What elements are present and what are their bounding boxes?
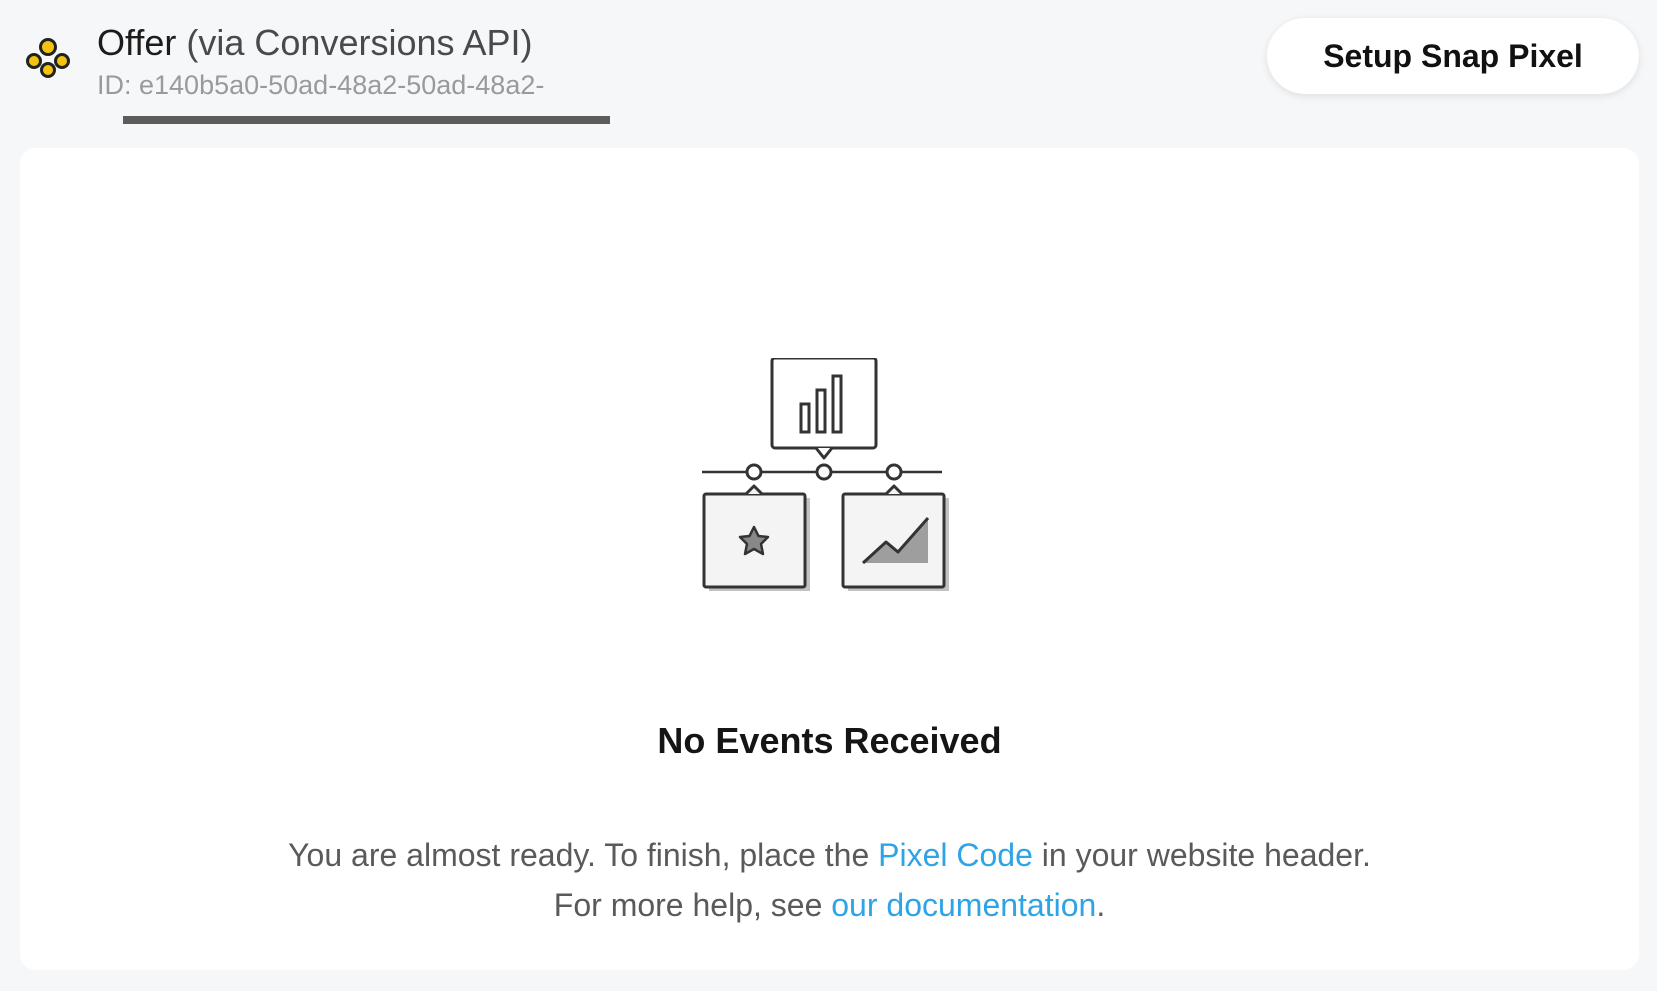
message-line-1: You are almost ready. To finish, place t… xyxy=(20,830,1639,880)
page-title: Offer (via Conversions API) xyxy=(97,20,602,66)
page-header: Offer (via Conversions API) ID: e140b5a0… xyxy=(0,0,1657,140)
pixel-code-link[interactable]: Pixel Code xyxy=(878,837,1033,873)
documentation-link[interactable]: our documentation xyxy=(831,887,1096,923)
message-text: You are almost ready. To finish, place t… xyxy=(288,837,879,873)
events-card: No Events Received You are almost ready.… xyxy=(20,148,1639,970)
title-suffix: (via Conversions API) xyxy=(186,22,533,63)
pixel-id: ID: e140b5a0-50ad-48a2-50ad-48a2- xyxy=(97,70,545,100)
empty-state-message: You are almost ready. To finish, place t… xyxy=(20,830,1639,930)
empty-state-title: No Events Received xyxy=(657,720,1002,761)
id-underline xyxy=(123,116,610,124)
pixel-details-page: Offer (via Conversions API) ID: e140b5a0… xyxy=(0,0,1657,991)
message-line-2: For more help, see our documentation. xyxy=(20,880,1639,930)
events-hierarchy-icon xyxy=(702,358,949,591)
message-text: . xyxy=(1096,887,1106,923)
message-text: in your website header. xyxy=(1032,837,1371,873)
pixel-title-block: Offer (via Conversions API) ID: e140b5a0… xyxy=(97,20,602,102)
setup-snap-pixel-button[interactable]: Setup Snap Pixel xyxy=(1267,18,1639,94)
message-text: For more help, see xyxy=(553,887,832,923)
pixel-circles-icon xyxy=(26,38,70,78)
title-main: Offer xyxy=(97,22,177,63)
